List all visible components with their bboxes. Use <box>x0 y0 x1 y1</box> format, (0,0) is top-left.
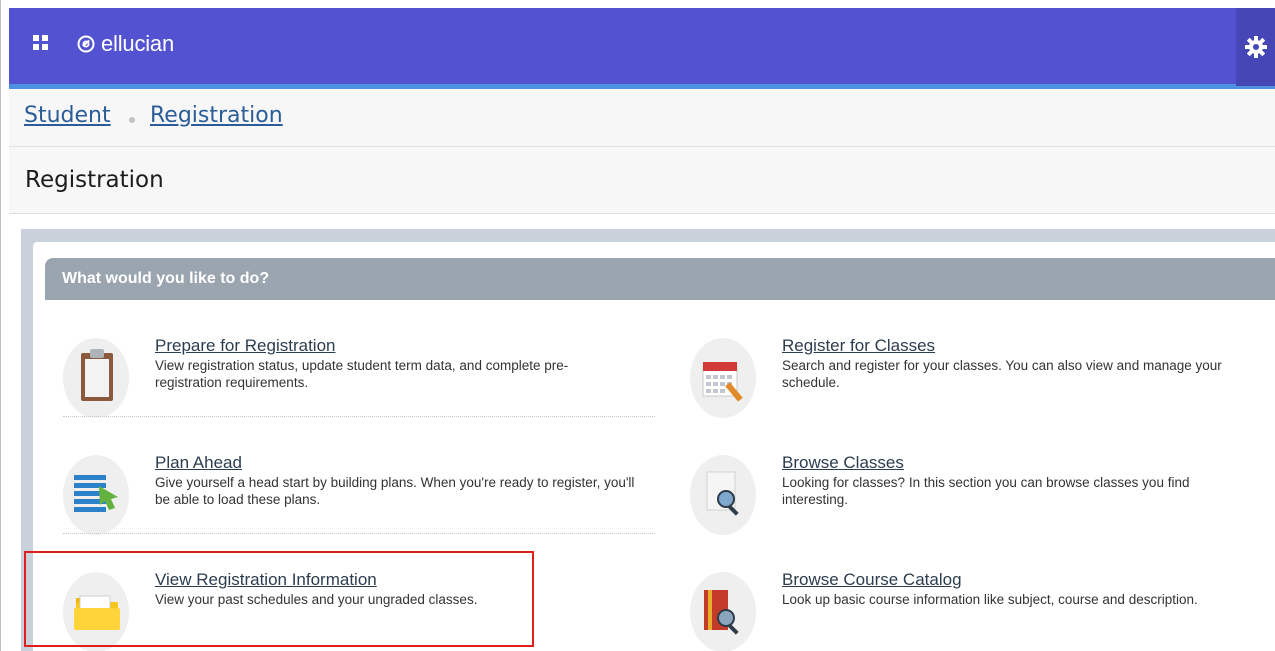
breadcrumb-student-link[interactable]: Student <box>24 103 111 128</box>
settings-button[interactable] <box>1236 8 1275 86</box>
app-window: ellucian Student Registration Registrati… <box>0 0 1275 651</box>
view-registration-information-item[interactable]: View Registration Information View your … <box>63 570 523 651</box>
breadcrumb-registration-link[interactable]: Registration <box>150 103 283 128</box>
ellucian-logo-icon <box>77 35 95 53</box>
plan-ahead-link[interactable]: Plan Ahead <box>155 453 242 473</box>
page-title: Registration <box>25 167 164 193</box>
page-title-bar: Registration <box>9 147 1275 214</box>
plan-ahead-item[interactable]: Plan Ahead Give yourself a head start by… <box>63 453 643 535</box>
plan-ahead-description: Give yourself a head start by building p… <box>155 475 635 507</box>
folder-icon <box>63 572 129 651</box>
prepare-for-registration-item[interactable]: Prepare for Registration View registrati… <box>63 336 643 418</box>
calendar-icon <box>690 338 756 418</box>
breadcrumb-separator <box>129 117 135 123</box>
browse-classes-item[interactable]: Browse Classes Looking for classes? In t… <box>690 453 1270 535</box>
browse-classes-link[interactable]: Browse Classes <box>782 453 904 473</box>
prepare-for-registration-description: View registration status, update student… <box>155 358 569 390</box>
section-title: What would you like to do? <box>62 270 270 287</box>
view-registration-information-link[interactable]: View Registration Information <box>155 570 377 590</box>
browse-course-catalog-link[interactable]: Browse Course Catalog <box>782 570 962 590</box>
clipboard-icon <box>63 338 129 418</box>
brand-name: ellucian <box>101 31 175 56</box>
prepare-for-registration-link[interactable]: Prepare for Registration <box>155 336 335 356</box>
register-for-classes-link[interactable]: Register for Classes <box>782 336 935 356</box>
register-for-classes-description: Search and register for your classes. Yo… <box>782 358 1222 390</box>
plan-list-icon <box>63 455 129 535</box>
view-registration-information-description: View your past schedules and your ungrad… <box>155 592 478 607</box>
breadcrumb: Student Registration <box>9 89 1275 147</box>
gear-icon <box>1245 36 1267 58</box>
apps-grid-icon[interactable] <box>33 35 49 51</box>
top-header <box>9 8 1275 86</box>
section-header: What would you like to do? <box>45 258 1275 300</box>
register-for-classes-item[interactable]: Register for Classes Search and register… <box>690 336 1270 418</box>
catalog-search-icon <box>690 572 756 651</box>
item-divider <box>63 533 655 534</box>
browse-course-catalog-item[interactable]: Browse Course Catalog Look up basic cour… <box>690 570 1270 651</box>
item-divider <box>63 416 655 417</box>
browse-course-catalog-description: Look up basic course information like su… <box>782 592 1198 607</box>
document-search-icon <box>690 455 756 535</box>
browse-classes-description: Looking for classes? In this section you… <box>782 475 1190 507</box>
